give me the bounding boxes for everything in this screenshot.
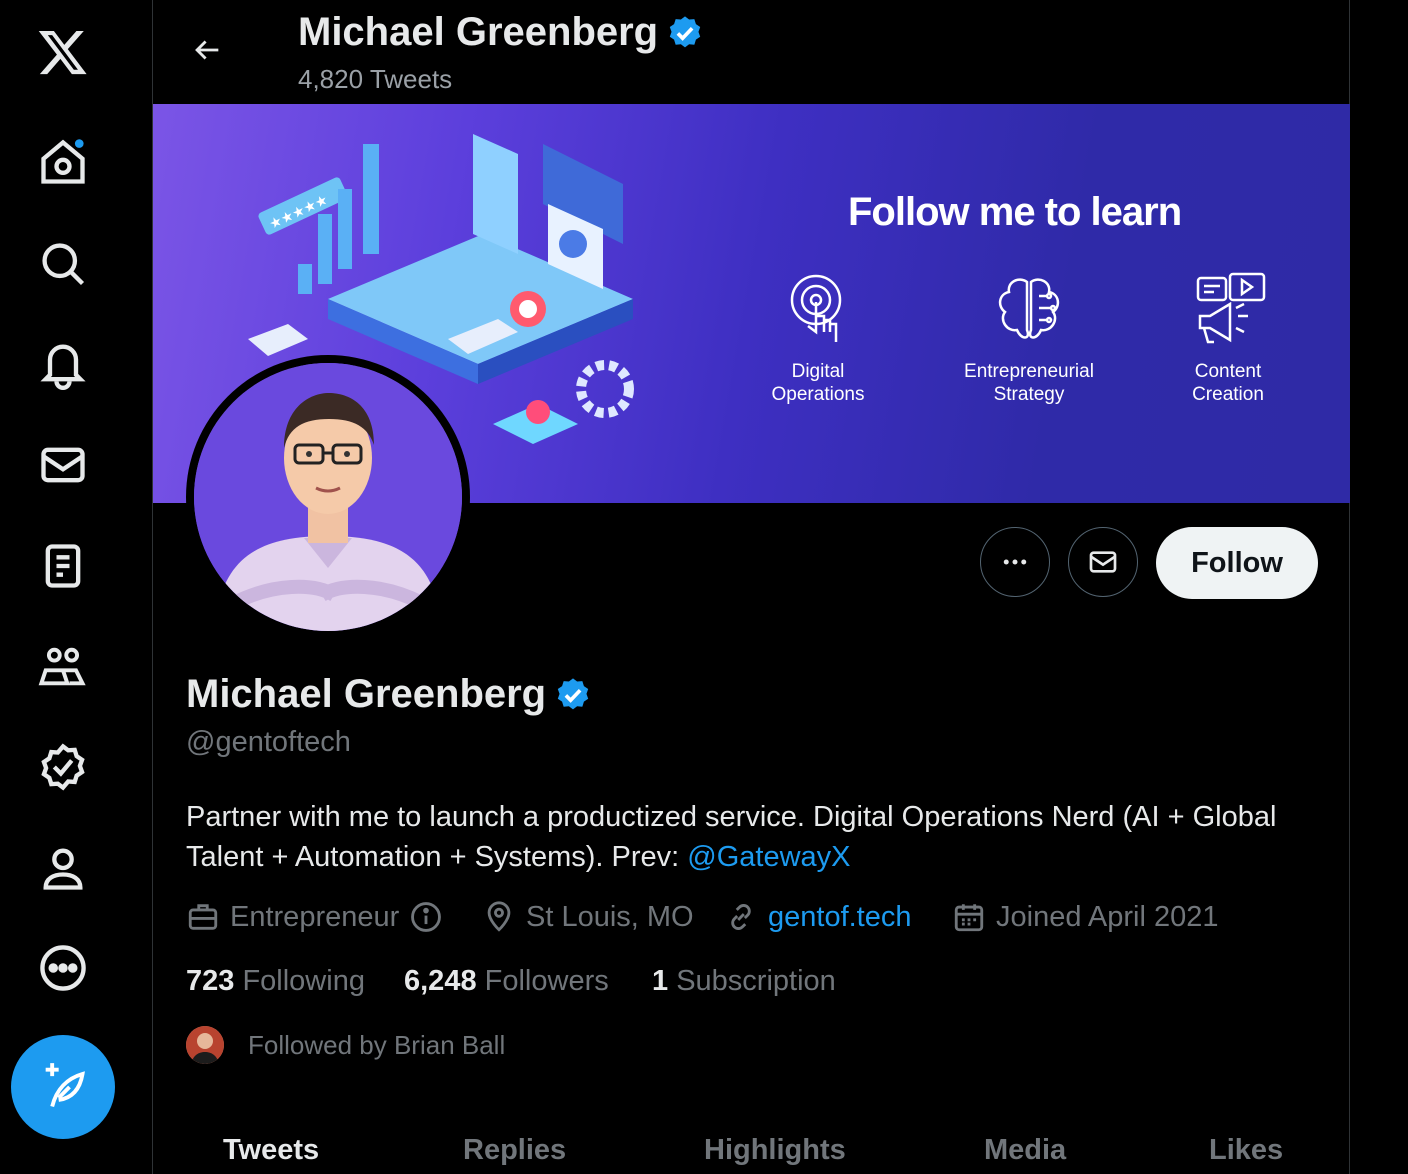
profile-name-row: Michael Greenberg [186,672,592,717]
communities-icon[interactable] [33,636,93,696]
megaphone-video-icon [1196,272,1266,344]
compose-tweet-button[interactable] [11,1035,115,1139]
more-options-button[interactable] [980,527,1050,597]
message-button[interactable] [1068,527,1138,597]
more-icon[interactable] [33,938,93,998]
briefcase-icon [188,904,218,930]
website-item: gentof.tech [724,900,912,934]
profile-icon[interactable] [33,838,93,898]
brain-circuit-icon [998,278,1060,339]
following-link[interactable]: 723 Following [186,965,365,998]
profile-header: Michael Greenberg 4,820 Tweets [153,0,1349,104]
tweet-count: 4,820 Tweets [298,64,453,94]
header-title: Michael Greenberg [298,10,704,55]
banner-feature-content-creation: Content Creation [1143,272,1313,406]
tab-tweets[interactable]: Tweets [223,1134,319,1167]
tab-media[interactable]: Media [984,1134,1066,1167]
sidebar [0,0,152,1174]
back-button[interactable] [179,22,235,78]
more-horizontal-icon [1003,559,1027,565]
tab-replies[interactable]: Replies [463,1134,566,1167]
touch-target-icon [790,274,842,342]
feather-plus-icon [45,1063,85,1108]
mail-icon[interactable] [33,435,93,495]
avatar-illustration [194,363,462,631]
occupation-item: Entrepreneur [186,900,443,934]
banner-feature-entrepreneurial-strategy: Entrepreneurial Strategy [944,272,1114,406]
verified-icon[interactable] [33,737,93,797]
home-icon[interactable] [33,132,93,192]
calendar-icon [954,904,984,932]
banner-feature-digital-operations: Digital Operations [733,272,903,406]
mail-icon [1089,551,1117,573]
verified-badge-icon [669,15,701,47]
website-link[interactable]: gentof.tech [768,901,912,934]
bell-icon[interactable] [33,334,93,394]
x-logo[interactable] [33,22,93,82]
follow-button[interactable]: Follow [1156,527,1318,599]
link-icon [731,904,751,930]
list-icon[interactable] [33,536,93,596]
bio-mention-link[interactable]: @GatewayX [687,841,850,873]
verified-badge-icon[interactable] [554,676,592,714]
profile-bio: Partner with me to launch a productized … [186,797,1306,877]
location-item: St Louis, MO [482,900,694,934]
followed-by[interactable]: Followed by Brian Ball [186,1025,505,1065]
search-icon[interactable] [33,234,93,294]
followers-link[interactable]: 6,248 Followers [404,965,609,998]
profile-name: Michael Greenberg [186,672,547,716]
profile-column: Michael Greenberg 4,820 Tweets ★★★★★ Fol… [152,0,1350,1174]
profile-handle: @gentoftech [186,726,351,758]
location-pin-icon [487,901,511,932]
tab-highlights[interactable]: Highlights [704,1134,846,1167]
tab-likes[interactable]: Likes [1209,1134,1283,1167]
info-icon[interactable] [409,900,443,934]
arrow-left-icon [195,40,219,60]
banner-title: Follow me to learn [848,190,1182,234]
header-name: Michael Greenberg [298,10,659,54]
profile-tabs: Tweets Replies Highlights Media Likes [153,1120,1350,1174]
profile-avatar[interactable] [186,355,470,639]
subscriptions-link[interactable]: 1 Subscription [652,965,836,998]
follower-avatar [186,1026,224,1064]
right-column [1350,0,1408,1174]
joined-item: Joined April 2021 [952,900,1219,934]
